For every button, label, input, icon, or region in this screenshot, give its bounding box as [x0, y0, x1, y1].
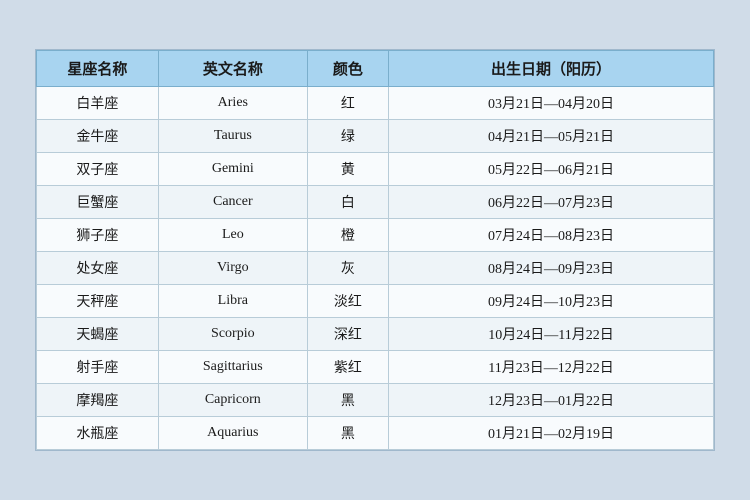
cell-date: 09月24日—10月23日	[389, 285, 714, 318]
cell-color: 灰	[307, 252, 388, 285]
table-row: 天秤座Libra淡红09月24日—10月23日	[37, 285, 714, 318]
table-row: 水瓶座Aquarius黑01月21日—02月19日	[37, 417, 714, 450]
cell-english: Cancer	[158, 186, 307, 219]
zodiac-table-container: 星座名称 英文名称 颜色 出生日期（阳历） 白羊座Aries红03月21日—04…	[35, 49, 715, 451]
cell-english: Sagittarius	[158, 351, 307, 384]
cell-chinese: 处女座	[37, 252, 159, 285]
table-row: 巨蟹座Cancer白06月22日—07月23日	[37, 186, 714, 219]
cell-english: Aquarius	[158, 417, 307, 450]
cell-chinese: 射手座	[37, 351, 159, 384]
cell-english: Virgo	[158, 252, 307, 285]
cell-color: 黑	[307, 417, 388, 450]
header-chinese: 星座名称	[37, 51, 159, 87]
cell-chinese: 摩羯座	[37, 384, 159, 417]
header-date: 出生日期（阳历）	[389, 51, 714, 87]
cell-color: 深红	[307, 318, 388, 351]
cell-date: 01月21日—02月19日	[389, 417, 714, 450]
table-row: 狮子座Leo橙07月24日—08月23日	[37, 219, 714, 252]
cell-chinese: 巨蟹座	[37, 186, 159, 219]
cell-english: Libra	[158, 285, 307, 318]
cell-chinese: 双子座	[37, 153, 159, 186]
cell-chinese: 天蝎座	[37, 318, 159, 351]
cell-date: 12月23日—01月22日	[389, 384, 714, 417]
table-row: 双子座Gemini黄05月22日—06月21日	[37, 153, 714, 186]
cell-date: 03月21日—04月20日	[389, 87, 714, 120]
cell-color: 红	[307, 87, 388, 120]
table-row: 金牛座Taurus绿04月21日—05月21日	[37, 120, 714, 153]
cell-color: 淡红	[307, 285, 388, 318]
cell-color: 白	[307, 186, 388, 219]
zodiac-table: 星座名称 英文名称 颜色 出生日期（阳历） 白羊座Aries红03月21日—04…	[36, 50, 714, 450]
header-english: 英文名称	[158, 51, 307, 87]
table-row: 白羊座Aries红03月21日—04月20日	[37, 87, 714, 120]
cell-chinese: 狮子座	[37, 219, 159, 252]
cell-chinese: 水瓶座	[37, 417, 159, 450]
header-color: 颜色	[307, 51, 388, 87]
cell-chinese: 白羊座	[37, 87, 159, 120]
cell-english: Scorpio	[158, 318, 307, 351]
cell-date: 06月22日—07月23日	[389, 186, 714, 219]
cell-chinese: 天秤座	[37, 285, 159, 318]
table-row: 天蝎座Scorpio深红10月24日—11月22日	[37, 318, 714, 351]
cell-english: Capricorn	[158, 384, 307, 417]
cell-date: 08月24日—09月23日	[389, 252, 714, 285]
cell-chinese: 金牛座	[37, 120, 159, 153]
cell-english: Aries	[158, 87, 307, 120]
table-header-row: 星座名称 英文名称 颜色 出生日期（阳历）	[37, 51, 714, 87]
cell-english: Gemini	[158, 153, 307, 186]
table-row: 射手座Sagittarius紫红11月23日—12月22日	[37, 351, 714, 384]
table-row: 处女座Virgo灰08月24日—09月23日	[37, 252, 714, 285]
cell-english: Leo	[158, 219, 307, 252]
cell-date: 05月22日—06月21日	[389, 153, 714, 186]
cell-color: 紫红	[307, 351, 388, 384]
cell-color: 橙	[307, 219, 388, 252]
cell-date: 04月21日—05月21日	[389, 120, 714, 153]
table-body: 白羊座Aries红03月21日—04月20日金牛座Taurus绿04月21日—0…	[37, 87, 714, 450]
cell-color: 黑	[307, 384, 388, 417]
cell-color: 黄	[307, 153, 388, 186]
cell-date: 07月24日—08月23日	[389, 219, 714, 252]
cell-color: 绿	[307, 120, 388, 153]
cell-english: Taurus	[158, 120, 307, 153]
cell-date: 11月23日—12月22日	[389, 351, 714, 384]
cell-date: 10月24日—11月22日	[389, 318, 714, 351]
table-row: 摩羯座Capricorn黑12月23日—01月22日	[37, 384, 714, 417]
